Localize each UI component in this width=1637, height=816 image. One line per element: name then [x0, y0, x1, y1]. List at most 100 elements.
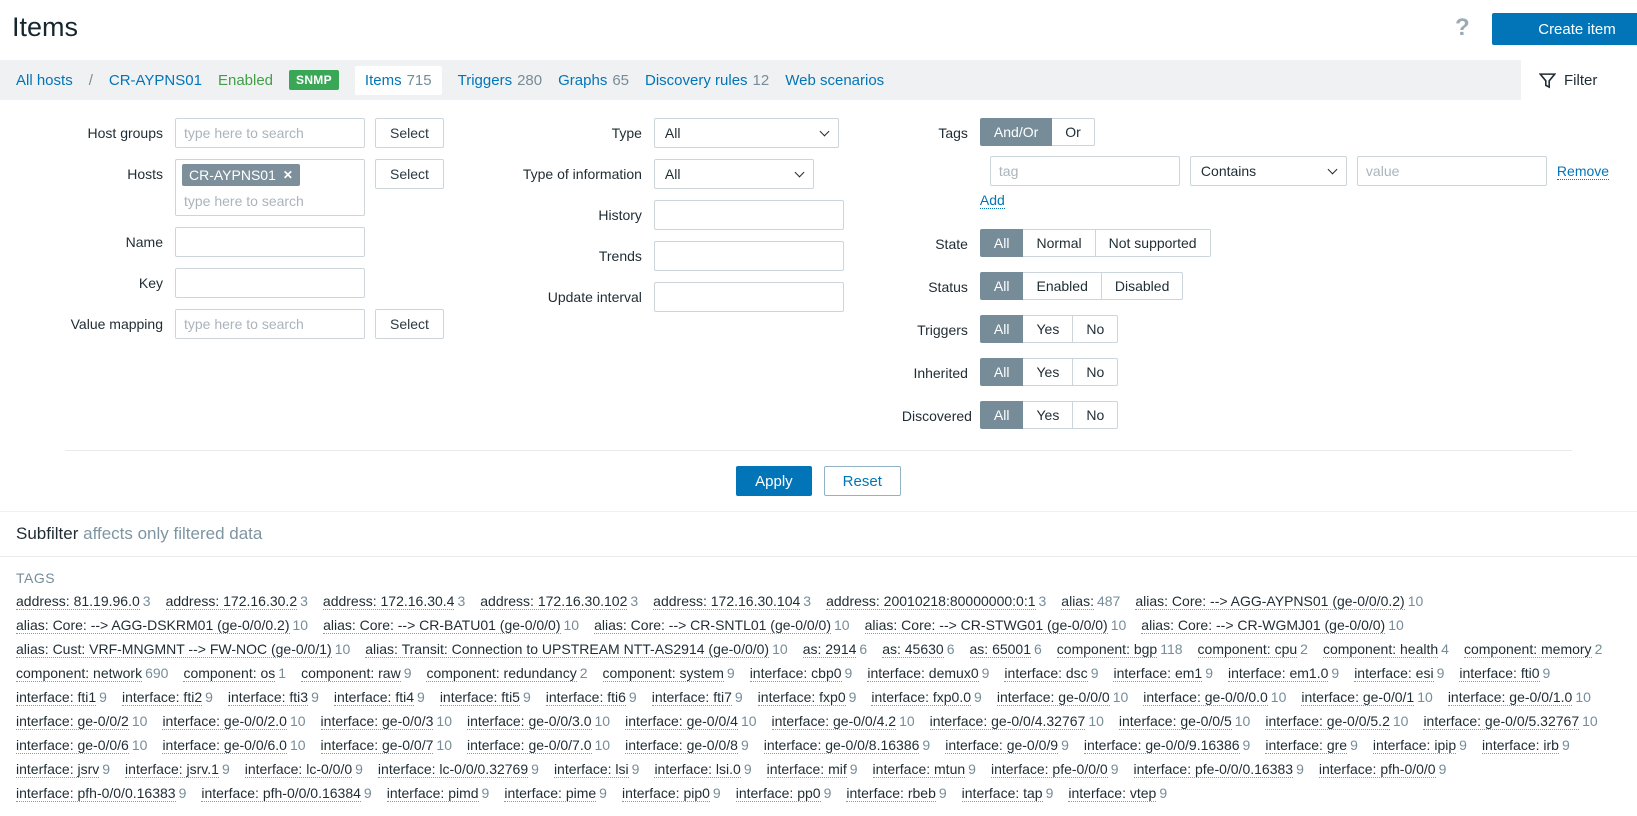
- subfilter-tag-link[interactable]: alias: Transit: Connection to UPSTREAM N…: [365, 641, 770, 658]
- tags-operator-or-button[interactable]: Or: [1052, 118, 1095, 146]
- subfilter-tag-link[interactable]: interface: pfe-0/0/0.16383: [1133, 761, 1294, 778]
- subfilter-tag-link[interactable]: component: raw: [301, 665, 401, 682]
- subfilter-tag-link[interactable]: alias: Core: --> AGG-DSKRM01 (ge-0/0/0.2…: [16, 617, 290, 634]
- tab-web-scenarios[interactable]: Web scenarios: [785, 72, 884, 89]
- subfilter-tag-link[interactable]: interface: fti2: [121, 689, 203, 706]
- discovered-no-button[interactable]: No: [1073, 401, 1119, 429]
- subfilter-tag-link[interactable]: address: 172.16.30.4: [322, 593, 455, 610]
- subfilter-tag-link[interactable]: interface: ge-0/0/1: [1301, 689, 1415, 706]
- subfilter-tag-link[interactable]: interface: ipip: [1372, 737, 1457, 754]
- subfilter-tag-link[interactable]: address: 172.16.30.2: [165, 593, 298, 610]
- hosts-multiselect[interactable]: CR-AYPNS01 ✕ type here to search: [175, 159, 365, 216]
- subfilter-tag-link[interactable]: interface: tap: [961, 785, 1043, 802]
- filter-tab[interactable]: Filter: [1521, 60, 1637, 100]
- subfilter-tag-link[interactable]: interface: demux0: [867, 665, 979, 682]
- host-groups-select-button[interactable]: Select: [375, 118, 444, 148]
- type-select[interactable]: All: [653, 118, 839, 148]
- tag-add-link[interactable]: Add: [979, 192, 1005, 209]
- state-all-button[interactable]: All: [979, 229, 1024, 257]
- subfilter-tag-link[interactable]: interface: fti5: [439, 689, 520, 706]
- subfilter-tag-link[interactable]: interface: pfe-0/0/0: [990, 761, 1108, 778]
- subfilter-tag-link[interactable]: interface: mif: [766, 761, 847, 778]
- subfilter-tag-link[interactable]: interface: ge-0/0/2.0: [162, 713, 287, 730]
- tag-value-input[interactable]: [1356, 156, 1547, 186]
- subfilter-tag-link[interactable]: interface: pfh-0/0/0: [1318, 761, 1436, 778]
- trends-input[interactable]: [653, 241, 844, 271]
- subfilter-tag-link[interactable]: interface: em1: [1113, 665, 1203, 682]
- tab-web-scenarios-label[interactable]: Web scenarios: [785, 72, 884, 89]
- subfilter-tag-link[interactable]: address: 172.16.30.102: [480, 593, 628, 610]
- tab-items[interactable]: Items 715: [354, 65, 442, 95]
- subfilter-tag-link[interactable]: interface: fxp0: [757, 689, 846, 706]
- subfilter-tag-link[interactable]: component: bgp: [1056, 641, 1158, 658]
- host-chip-remove-icon[interactable]: ✕: [283, 168, 293, 182]
- subfilter-tag-link[interactable]: interface: ge-0/0/4.2: [771, 713, 897, 730]
- tab-discovery-rules[interactable]: Discovery rules 12: [645, 72, 769, 89]
- tab-items-label[interactable]: Items: [365, 72, 402, 89]
- subfilter-tag-link[interactable]: as: 65001: [969, 641, 1031, 658]
- status-all-button[interactable]: All: [979, 272, 1024, 300]
- subfilter-tag-link[interactable]: interface: ge-0/0/9.16386: [1083, 737, 1240, 754]
- help-icon[interactable]: ?: [1455, 14, 1470, 42]
- subfilter-tag-link[interactable]: component: redundancy: [426, 665, 577, 682]
- subfilter-tag-link[interactable]: interface: ge-0/0/5.2: [1265, 713, 1390, 730]
- inherited-yes-button[interactable]: Yes: [1023, 358, 1074, 386]
- subfilter-tag-link[interactable]: interface: ge-0/0/3: [320, 713, 434, 730]
- tab-graphs-label[interactable]: Graphs: [558, 72, 607, 89]
- subfilter-tag-link[interactable]: interface: ge-0/0/4.32767: [929, 713, 1086, 730]
- subfilter-tag-link[interactable]: interface: ge-0/0/8: [625, 737, 738, 754]
- subfilter-tag-link[interactable]: interface: pp0: [735, 785, 821, 802]
- subfilter-tag-link[interactable]: interface: ge-0/0/9: [945, 737, 1059, 754]
- subfilter-tag-link[interactable]: alias: Core: --> CR-STWG01 (ge-0/0/0): [864, 617, 1108, 634]
- triggers-no-button[interactable]: No: [1073, 315, 1119, 343]
- type-of-information-select[interactable]: All: [653, 159, 814, 189]
- tab-discovery-rules-label[interactable]: Discovery rules: [645, 72, 748, 89]
- subfilter-tag-link[interactable]: interface: ge-0/0/5.32767: [1423, 713, 1580, 730]
- subfilter-tag-link[interactable]: interface: fti7: [651, 689, 732, 706]
- subfilter-tag-link[interactable]: interface: rbeb: [846, 785, 936, 802]
- value-mapping-select-button[interactable]: Select: [375, 309, 444, 339]
- triggers-all-button[interactable]: All: [979, 315, 1024, 343]
- state-not-supported-button[interactable]: Not supported: [1095, 229, 1211, 257]
- subfilter-tag-link[interactable]: interface: fti3: [227, 689, 309, 706]
- tag-remove-link[interactable]: Remove: [1556, 163, 1610, 180]
- tag-operator-select[interactable]: Contains: [1189, 156, 1347, 186]
- state-normal-button[interactable]: Normal: [1023, 229, 1096, 257]
- subfilter-tag-link[interactable]: interface: esi: [1354, 665, 1434, 682]
- subfilter-tag-link[interactable]: component: os: [183, 665, 276, 682]
- subfilter-tag-link[interactable]: interface: lc-0/0/0: [244, 761, 353, 778]
- key-input[interactable]: [175, 268, 365, 298]
- subfilter-tag-link[interactable]: address: 172.16.30.104: [653, 593, 801, 610]
- status-enabled-button[interactable]: Enabled: [1023, 272, 1102, 300]
- history-input[interactable]: [653, 200, 844, 230]
- subfilter-tag-link[interactable]: interface: pfh-0/0/0.16384: [201, 785, 361, 802]
- subfilter-tag-link[interactable]: interface: ge-0/0/4: [625, 713, 738, 730]
- subfilter-tag-link[interactable]: interface: fti6: [545, 689, 626, 706]
- triggers-yes-button[interactable]: Yes: [1023, 315, 1074, 343]
- tab-graphs[interactable]: Graphs 65: [558, 72, 629, 89]
- inherited-no-button[interactable]: No: [1073, 358, 1119, 386]
- subfilter-tag-link[interactable]: interface: ge-0/0/0: [996, 689, 1110, 706]
- subfilter-tag-link[interactable]: component: system: [602, 665, 724, 682]
- subfilter-tag-link[interactable]: interface: pfh-0/0/0.16383: [16, 785, 176, 802]
- subfilter-tag-link[interactable]: interface: jsrv: [16, 761, 100, 778]
- subfilter-tag-link[interactable]: interface: irb: [1481, 737, 1559, 754]
- subfilter-tag-link[interactable]: interface: fti0: [1459, 665, 1540, 682]
- create-item-button[interactable]: Create item: [1492, 13, 1637, 45]
- subfilter-tag-link[interactable]: alias: Cust: VRF-MNGMNT --> FW-NOC (ge-0…: [16, 641, 332, 658]
- subfilter-tag-link[interactable]: alias:: [1061, 593, 1094, 610]
- subfilter-tag-link[interactable]: interface: fxp0.0: [871, 689, 972, 706]
- subfilter-tag-link[interactable]: interface: ge-0/0/5: [1118, 713, 1232, 730]
- subfilter-tag-link[interactable]: interface: ge-0/0/8.16386: [763, 737, 920, 754]
- subfilter-tag-link[interactable]: interface: cbp0: [749, 665, 842, 682]
- subfilter-tag-link[interactable]: interface: lsi.0: [654, 761, 741, 778]
- inherited-all-button[interactable]: All: [979, 358, 1024, 386]
- subfilter-tag-link[interactable]: interface: dsc: [1004, 665, 1088, 682]
- subfilter-tag-link[interactable]: interface: pime: [504, 785, 597, 802]
- subfilter-tag-link[interactable]: interface: ge-0/0/1.0: [1447, 689, 1573, 706]
- status-disabled-button[interactable]: Disabled: [1101, 272, 1184, 300]
- subfilter-tag-link[interactable]: alias: Core: --> CR-WGMJ01 (ge-0/0/0): [1141, 617, 1386, 634]
- subfilter-tag-link[interactable]: interface: pip0: [621, 785, 710, 802]
- subfilter-tag-link[interactable]: interface: ge-0/0/7.0: [466, 737, 592, 754]
- tab-triggers[interactable]: Triggers 280: [458, 72, 543, 89]
